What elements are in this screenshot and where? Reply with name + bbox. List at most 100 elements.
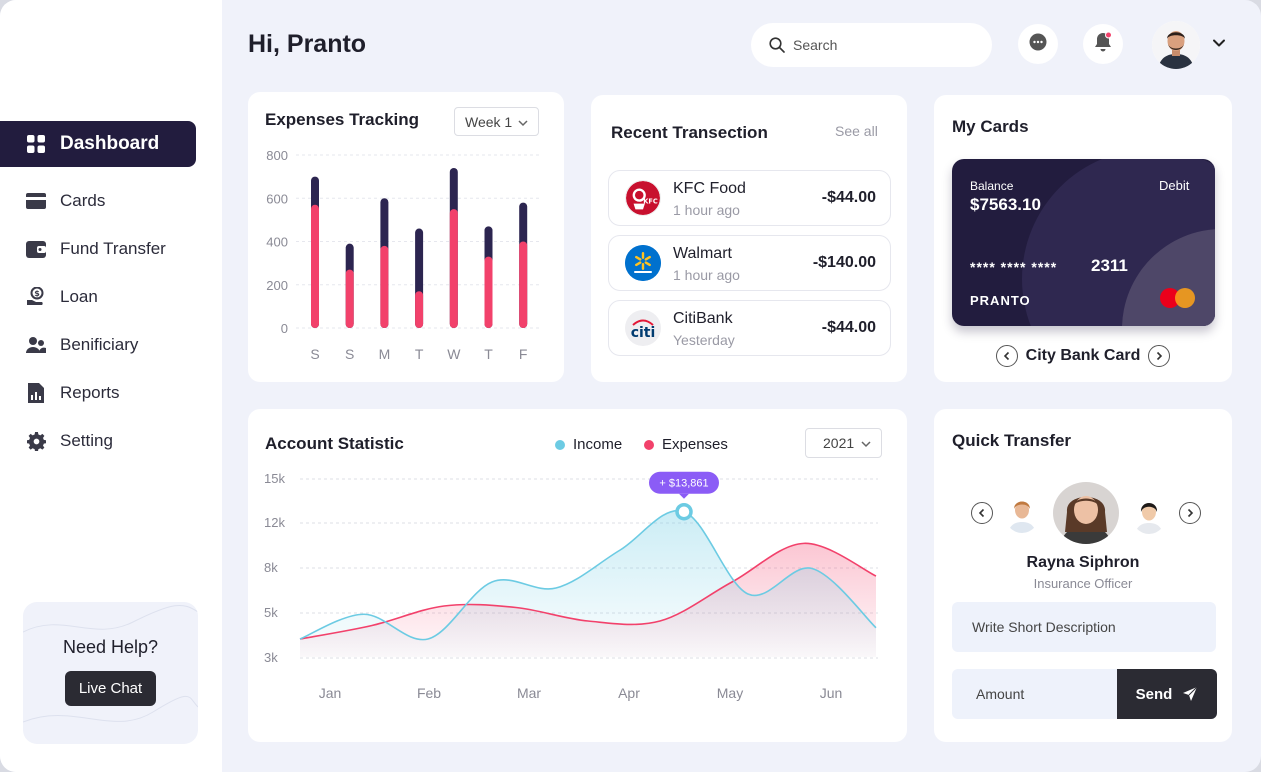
prev-card-button[interactable]: [995, 345, 1018, 367]
citi-logo: citi: [625, 310, 661, 346]
income-area: [300, 510, 876, 657]
expenses-card: Expenses Tracking Week 1 800 600 400 200 0 S S…: [248, 92, 564, 382]
amount-input[interactable]: Amount: [952, 669, 1118, 719]
chevron-right-icon: [1157, 351, 1163, 361]
x-tick-label: S: [310, 346, 319, 362]
help-box: Need Help? Live Chat: [23, 602, 198, 744]
grid-icon: [26, 134, 46, 154]
contact-photo: [1131, 494, 1167, 534]
report-icon: [26, 383, 46, 403]
send-button[interactable]: Send: [1117, 669, 1217, 719]
x-tick-label: Apr: [618, 685, 640, 701]
user-avatar[interactable]: [1152, 21, 1200, 69]
x-tick-label: S: [345, 346, 354, 362]
x-tick-label: Jan: [319, 685, 342, 701]
contact-avatar-selected[interactable]: [1053, 482, 1119, 544]
sidebar-item-label: Cards: [60, 191, 106, 210]
y-tick-label: 8k: [264, 560, 278, 575]
description-input[interactable]: Write Short Description: [952, 602, 1216, 652]
bank-card[interactable]: Balance $7563.10 Debit **** **** **** 23…: [952, 159, 1215, 326]
bar: [484, 256, 493, 328]
x-tick-label: M: [379, 346, 391, 362]
bar: [519, 241, 528, 328]
y-tick-label: 5k: [264, 605, 278, 620]
my-cards-title: My Cards: [952, 117, 1029, 136]
expenses-chart: 800 600 400 200 0 S S M T W T F: [266, 148, 540, 362]
sidebar-item-label: Reports: [60, 383, 120, 402]
sidebar-item-reports[interactable]: Reports: [0, 370, 196, 416]
sidebar: Dashboard Cards Fund Transfer $ Loan Ben…: [0, 0, 222, 772]
my-cards-card: My Cards Balance $7563.10 Debit **** ***…: [934, 95, 1232, 382]
sidebar-item-dashboard[interactable]: Dashboard: [0, 121, 196, 167]
chevron-left-icon: [1003, 351, 1009, 361]
transactions-card: Recent Transection See all KFC KFC Food …: [591, 95, 907, 382]
transaction-row[interactable]: KFC KFC Food 1 hour ago -$44.00: [608, 170, 891, 226]
contact-avatar[interactable]: [1131, 494, 1167, 534]
transaction-row[interactable]: Walmart 1 hour ago -$140.00: [608, 235, 891, 291]
users-icon: [26, 335, 46, 355]
chat-icon: [1029, 33, 1047, 56]
page-title: Hi, Pranto: [248, 30, 367, 58]
messages-button[interactable]: [1018, 24, 1058, 64]
tooltip-text: + $13,861: [659, 478, 708, 490]
see-all-link[interactable]: See all: [835, 123, 878, 139]
notifications-button[interactable]: [1083, 24, 1123, 64]
quick-transfer-card: Quick Transfer Rayna Siphron Insurance O…: [934, 409, 1232, 742]
bar: [345, 269, 354, 328]
statistic-chart: 15k 12k 8k 5k 3k Jan Feb Mar Apr May Jun + $13,861: [264, 471, 878, 701]
live-chat-button[interactable]: Live Chat: [65, 671, 156, 706]
x-tick-label: May: [717, 685, 743, 701]
svg-text:citi: citi: [631, 325, 656, 341]
sidebar-item-cards[interactable]: Cards: [0, 178, 196, 224]
sidebar-item-loan[interactable]: $ Loan: [0, 274, 196, 320]
card-switcher: City Bank Card: [934, 345, 1232, 367]
x-tick-label: W: [447, 346, 461, 362]
prev-contact-button[interactable]: [971, 502, 993, 524]
sidebar-item-fund-transfer[interactable]: Fund Transfer: [0, 226, 196, 272]
search-input[interactable]: Search: [751, 23, 992, 67]
transaction-name: CitiBank: [673, 310, 733, 327]
card-holder: PRANTO: [970, 293, 1031, 308]
wallet-icon: [26, 239, 46, 259]
x-tick-label: Jun: [820, 685, 843, 701]
contact-photo: [1004, 493, 1040, 533]
highlight-point[interactable]: [675, 502, 693, 521]
transaction-amount: -$44.00: [821, 189, 876, 206]
next-contact-button[interactable]: [1179, 502, 1201, 524]
walmart-logo: [625, 245, 661, 281]
card-number-mask: **** **** ****: [970, 259, 1058, 275]
sidebar-item-label: Fund Transfer: [60, 239, 166, 258]
y-tick-label: 200: [266, 278, 288, 293]
chevron-right-icon: [1187, 508, 1194, 518]
bar: [449, 209, 458, 328]
chevron-down-icon[interactable]: [1212, 36, 1226, 55]
y-tick-label: 15k: [264, 471, 285, 486]
search-icon: [769, 37, 785, 53]
svg-text:$: $: [34, 289, 40, 298]
contact-avatar[interactable]: [1004, 493, 1040, 533]
card-type: Debit: [1159, 178, 1190, 193]
transaction-time: 1 hour ago: [673, 267, 740, 283]
help-title: Need Help?: [62, 637, 159, 657]
balance-label: Balance: [970, 179, 1014, 193]
card-name: City Bank Card: [1025, 347, 1141, 364]
sidebar-item-label: Benificiary: [60, 335, 139, 354]
card-last4: 2311: [1091, 256, 1128, 275]
card-icon: [26, 191, 46, 211]
bar: [311, 204, 319, 328]
contact-name: Rayna Siphron: [1026, 554, 1140, 571]
y-tick-label: 400: [266, 235, 288, 250]
tooltip-pointer: [679, 493, 689, 499]
x-tick-label: Mar: [517, 685, 541, 701]
sidebar-item-setting[interactable]: Setting: [0, 418, 196, 464]
x-tick-label: Feb: [417, 685, 441, 701]
gear-icon: [26, 431, 46, 451]
bell-icon: [1094, 31, 1112, 57]
y-tick-label: 3k: [264, 650, 278, 665]
y-tick-label: 600: [266, 191, 288, 206]
next-card-button[interactable]: [1148, 345, 1171, 367]
x-tick-label: F: [519, 346, 528, 362]
transaction-row[interactable]: citi CitiBank Yesterday -$44.00: [608, 300, 891, 356]
kfc-logo: KFC: [625, 180, 661, 216]
sidebar-item-benificiary[interactable]: Benificiary: [0, 322, 196, 368]
